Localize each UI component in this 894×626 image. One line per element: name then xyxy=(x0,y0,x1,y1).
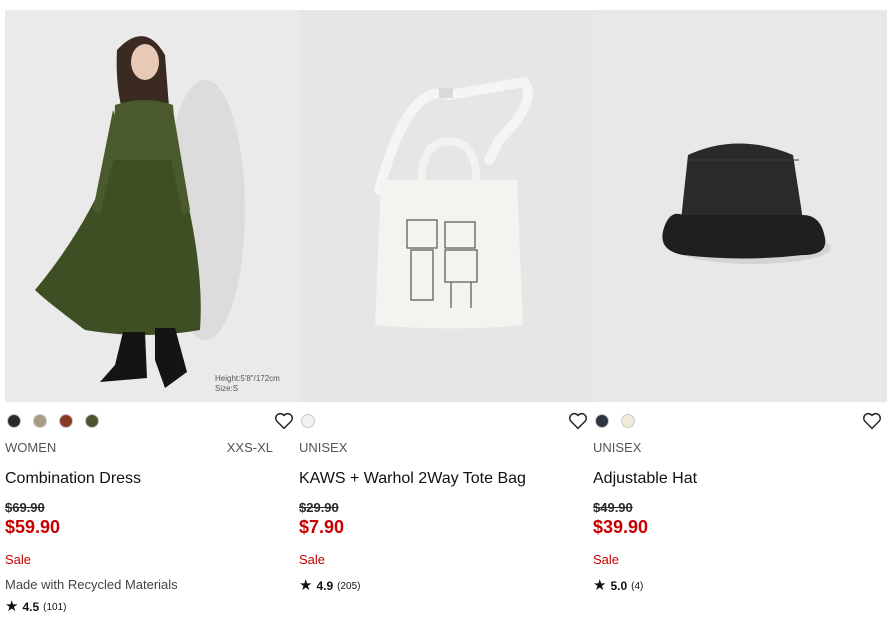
original-price: $29.90 xyxy=(299,500,339,515)
star-icon: ★ xyxy=(299,577,313,594)
bucket-hat-illustration xyxy=(593,10,887,402)
dress-model-illustration xyxy=(5,10,299,402)
product-rating: ★ 5.0 (4) xyxy=(593,577,887,594)
tote-bag-illustration xyxy=(299,10,593,402)
gender-label: WOMEN xyxy=(5,440,57,455)
model-height-text: Height:5'8"/172cm xyxy=(215,374,280,383)
review-count: (101) xyxy=(43,601,67,613)
review-count: (205) xyxy=(337,580,361,592)
color-swatches xyxy=(5,408,299,436)
rating-score: 4.9 xyxy=(316,579,334,593)
product-meta: UNISEX xyxy=(299,440,593,458)
star-icon: ★ xyxy=(5,598,19,615)
sale-label: Sale xyxy=(593,552,620,567)
product-meta: WOMEN XXS-XL xyxy=(5,440,299,458)
heart-outline-icon[interactable] xyxy=(273,410,295,432)
product-meta: UNISEX xyxy=(593,440,887,458)
size-range: XXS-XL xyxy=(226,440,273,455)
sale-label: Sale xyxy=(299,552,326,567)
product-card-tote-bag[interactable]: UNISEX KAWS + Warhol 2Way Tote Bag $29.9… xyxy=(299,10,593,593)
heart-outline-icon[interactable] xyxy=(567,410,589,432)
original-price: $69.90 xyxy=(5,500,45,515)
product-card-adjustable-hat[interactable]: UNISEX Adjustable Hat $49.90 $39.90 Sale… xyxy=(593,10,887,593)
model-size-text: Size:S xyxy=(215,384,239,393)
product-card-combination-dress[interactable]: Height:5'8"/172cm Size:S WOMEN XXS-XL Co… xyxy=(5,10,299,614)
rating-score: 5.0 xyxy=(610,579,628,593)
model-size-caption: Height:5'8"/172cm Size:S xyxy=(215,374,280,394)
heart-outline-icon[interactable] xyxy=(861,410,883,432)
review-count: (4) xyxy=(631,580,644,592)
product-image-hat[interactable] xyxy=(593,10,887,402)
product-image-tote[interactable] xyxy=(299,10,593,402)
product-image-dress[interactable]: Height:5'8"/172cm Size:S xyxy=(5,10,299,402)
color-swatch-off-white[interactable] xyxy=(301,414,315,428)
product-name[interactable]: KAWS + Warhol 2Way Tote Bag xyxy=(299,470,593,490)
product-name[interactable]: Adjustable Hat xyxy=(593,470,887,490)
color-swatch-beige[interactable] xyxy=(33,414,47,428)
color-swatch-navy[interactable] xyxy=(595,414,609,428)
star-icon: ★ xyxy=(593,577,607,594)
color-swatch-cream[interactable] xyxy=(621,414,635,428)
sale-label: Sale xyxy=(5,552,32,567)
sale-price: $39.90 xyxy=(593,517,649,537)
color-swatch-brown[interactable] xyxy=(59,414,73,428)
color-swatches xyxy=(593,408,887,436)
rating-score: 4.5 xyxy=(22,600,40,614)
color-swatches xyxy=(299,408,593,436)
original-price: $49.90 xyxy=(593,500,633,515)
product-name[interactable]: Combination Dress xyxy=(5,470,299,490)
product-rating: ★ 4.9 (205) xyxy=(299,577,593,594)
sale-price: $59.90 xyxy=(5,517,61,537)
product-rating: ★ 4.5 (101) xyxy=(5,598,299,615)
sale-price: $7.90 xyxy=(299,517,345,537)
recycled-materials-label: Made with Recycled Materials xyxy=(5,577,178,592)
color-swatch-black[interactable] xyxy=(7,414,21,428)
color-swatch-olive[interactable] xyxy=(85,414,99,428)
gender-label: UNISEX xyxy=(593,440,642,455)
gender-label: UNISEX xyxy=(299,440,348,455)
